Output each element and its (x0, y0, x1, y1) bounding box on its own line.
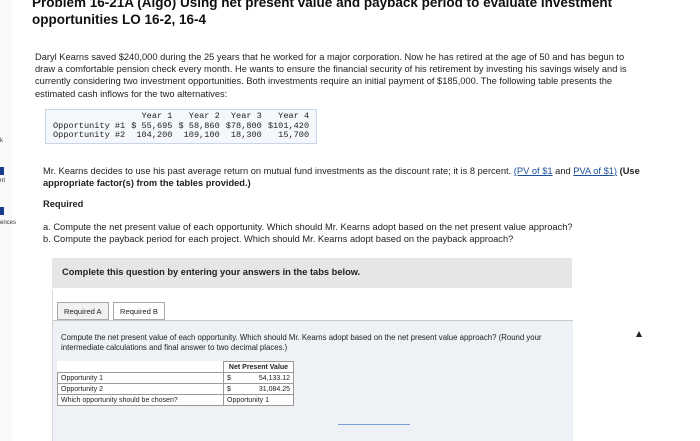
tab-required-a[interactable]: Required A (57, 302, 109, 320)
sidebar-item-partial-1[interactable]: k (0, 138, 3, 144)
answer-header-blank (58, 362, 224, 373)
npv-opportunity-2-input[interactable]: 31,084.25 (235, 383, 294, 395)
choice-label: Which opportunity should be chosen? (57, 394, 224, 406)
opportunity-choice-dropdown[interactable]: Opportunity 1 (223, 394, 294, 406)
answer-row-label: Opportunity 1 (57, 372, 224, 384)
answer-row-label: Opportunity 2 (57, 383, 224, 395)
discount-text: Mr. Kearns decides to use his past avera… (43, 166, 512, 176)
sidebar-marker-1 (0, 167, 4, 175)
cash-flow-cell: 109,100 (183, 130, 220, 141)
sidebar-item-partial-2[interactable]: nt (0, 178, 5, 184)
discount-rate-paragraph: Mr. Kearns decides to use his past avera… (43, 165, 643, 189)
answer-currency: $ (223, 383, 236, 395)
pv-of-1-link[interactable]: (PV of $1 (514, 166, 553, 176)
task-a: a. Compute the net present value of each… (43, 222, 573, 232)
problem-title: Problem 16-21A (Algo) Using net present … (32, 0, 613, 27)
cash-flow-table: Year 1 Year 2 Year 3 Year 4 Opportunity … (45, 109, 318, 144)
instruction-bar: Complete this question by entering your … (52, 258, 572, 288)
cash-flow-cell: 15,700 (278, 130, 310, 141)
problem-intro: Daryl Kearns saved $240,000 during the 2… (35, 52, 627, 99)
npv-opportunity-1-input[interactable]: 54,133.12 (235, 372, 294, 384)
cash-flow-cell: 18,300 (230, 130, 262, 141)
task-b: b. Compute the payback period for each p… (43, 234, 514, 244)
sidebar-item-partial-3[interactable]: ences (0, 220, 16, 226)
answer-row: Which opportunity should be chosen? Oppo… (57, 394, 294, 406)
cash-flow-row: Opportunity #2 104,200 109,100 18,300 15… (50, 131, 312, 141)
left-sidebar: k nt ences (0, 0, 16, 441)
tab-panel-required-a: Compute the net present value of each op… (53, 320, 573, 441)
npv-answer-table: Net Present Value Opportunity 1 $ 54,133… (57, 361, 294, 406)
pva-of-1-link[interactable]: PVA of $1) (573, 166, 617, 176)
cash-flow-cell: 104,200 (136, 130, 173, 141)
answer-row: Opportunity 1 $ 54,133.12 (57, 372, 294, 384)
tab-required-b[interactable]: Required B (113, 302, 165, 320)
required-heading: Required (43, 199, 84, 209)
sidebar-marker-2 (0, 207, 4, 215)
answer-row: Opportunity 2 $ 31,084.25 (57, 383, 294, 395)
tab-area: Required A Required B Compute the net pr… (52, 290, 573, 441)
answer-currency: $ (223, 372, 236, 384)
required-tasks: a. Compute the net present value of each… (43, 221, 573, 245)
question-text: Compute the net present value of each op… (61, 333, 542, 352)
divider-line (338, 424, 410, 425)
discount-and-text: and (555, 166, 571, 176)
mouse-cursor-icon (636, 331, 642, 337)
cash-flow-row-label: Opportunity #2 (53, 130, 126, 141)
answer-header-npv: Net Present Value (223, 361, 294, 373)
